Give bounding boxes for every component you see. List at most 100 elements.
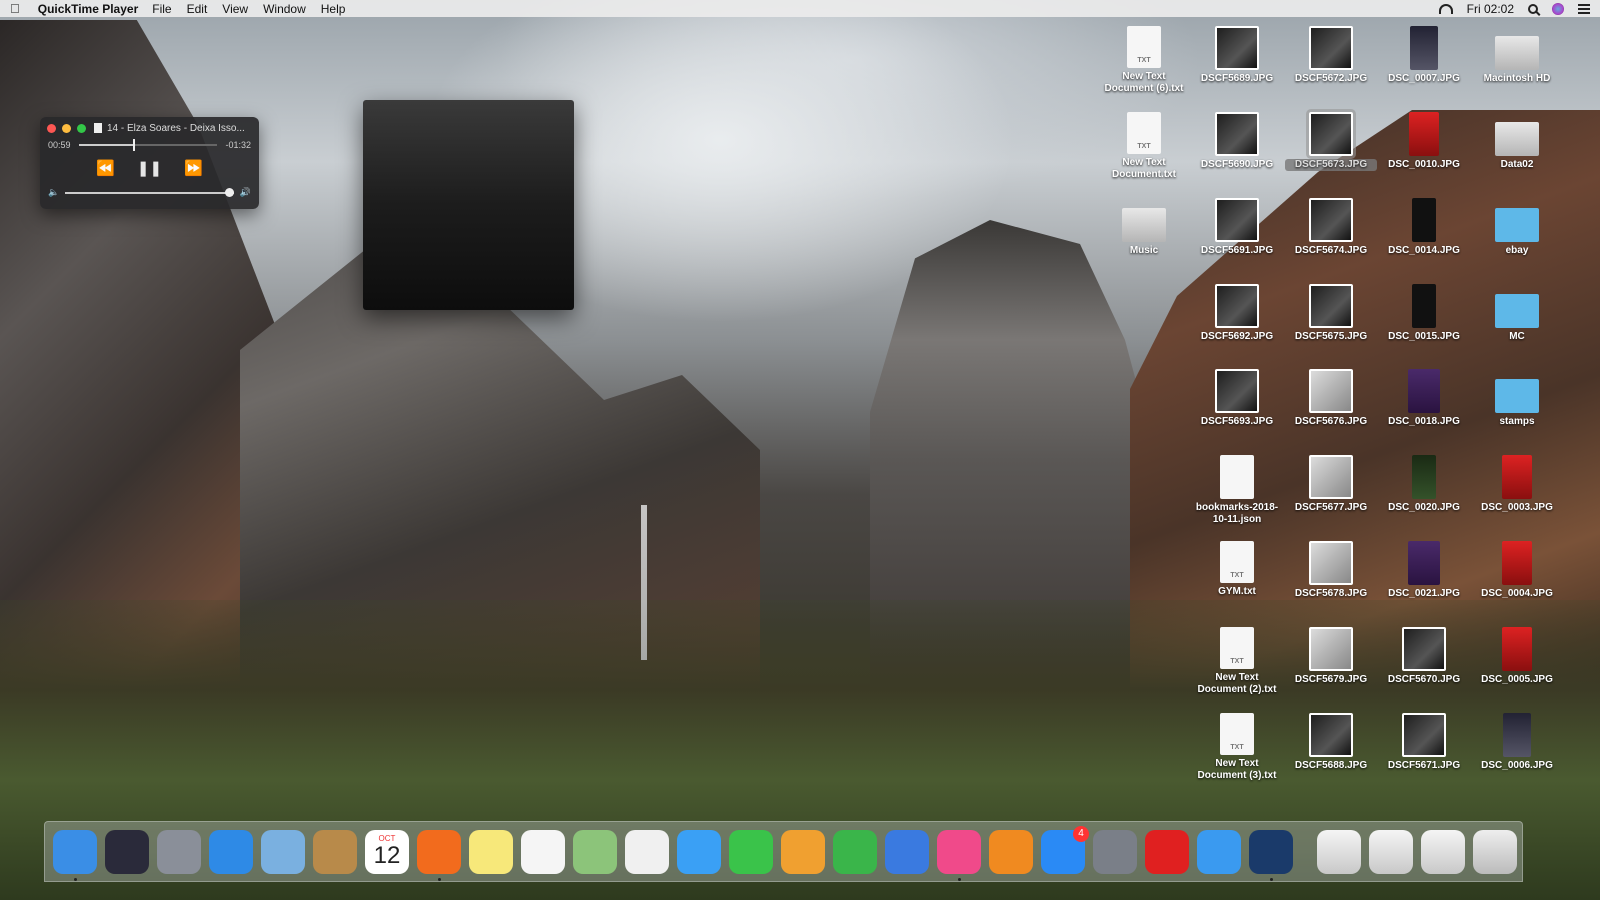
books-icon[interactable] — [989, 829, 1033, 874]
menu-file[interactable]: File — [152, 2, 171, 16]
trash-icon[interactable] — [1473, 829, 1517, 874]
menu-edit[interactable]: Edit — [187, 2, 208, 16]
desktop-icon[interactable]: DSC_0015.JPG — [1378, 284, 1470, 343]
safari-icon[interactable] — [209, 829, 253, 874]
desktop-icon[interactable]: New Text Document (2).txt — [1191, 627, 1283, 696]
desktop-icon[interactable]: stamps — [1471, 369, 1563, 428]
desktop-icon[interactable]: DSC_0004.JPG — [1471, 541, 1563, 600]
desktop-icon[interactable]: bookmarks-2018-10-11.json — [1191, 455, 1283, 526]
desktop-icon[interactable]: DSCF5693.JPG — [1191, 369, 1283, 428]
pages-icon[interactable] — [781, 829, 825, 874]
mail-icon[interactable] — [261, 829, 305, 874]
desktop-icon[interactable]: DSC_0020.JPG — [1378, 455, 1470, 514]
reminders-icon[interactable] — [521, 829, 565, 874]
app-name-menu[interactable]: QuickTime Player — [38, 2, 139, 16]
desktop-icon[interactable]: DSCF5673.JPG — [1285, 109, 1377, 171]
calendar-icon[interactable]: OCT 12 — [365, 829, 409, 874]
maps-icon[interactable] — [573, 829, 617, 874]
desktop-icon[interactable]: Music — [1098, 198, 1190, 257]
app-store-icon[interactable]: 4 — [1041, 825, 1089, 874]
document-proxy-icon[interactable] — [94, 123, 102, 133]
minimize-button[interactable] — [62, 123, 71, 133]
desktop-icon[interactable]: DSCF5671.JPG — [1378, 713, 1470, 772]
menu-view[interactable]: View — [222, 2, 248, 16]
file-thumbnail — [1215, 26, 1259, 70]
desktop-icon[interactable]: DSCF5691.JPG — [1191, 198, 1283, 257]
spotlight-search-icon[interactable] — [1528, 3, 1538, 14]
desktop-icon[interactable]: DSC_0006.JPG — [1471, 713, 1563, 772]
messages-icon[interactable] — [677, 829, 721, 874]
launchpad-icon[interactable] — [157, 829, 201, 874]
desktop-icon[interactable]: GYM.txt — [1191, 541, 1283, 598]
desktop-icon[interactable]: New Text Document (3).txt — [1191, 713, 1283, 782]
desktop-icon[interactable]: DSCF5688.JPG — [1285, 713, 1377, 772]
zoom-button[interactable] — [77, 123, 86, 133]
pause-icon[interactable]: ❚❚ — [137, 159, 162, 177]
desktop-icon[interactable]: Macintosh HD — [1471, 26, 1563, 85]
quicktime-video-window[interactable] — [363, 100, 574, 310]
roblox-icon[interactable] — [1145, 829, 1189, 874]
finder-icon[interactable] — [53, 829, 97, 881]
desktop-icon[interactable]: ebay — [1471, 198, 1563, 257]
file-thumbnail — [1215, 112, 1259, 156]
desktop-icon[interactable]: DSCF5692.JPG — [1191, 284, 1283, 343]
quicktime-icon[interactable] — [1249, 829, 1293, 881]
window-title: 14 - Elza Soares - Deixa Isso... — [107, 122, 245, 134]
volume-knob[interactable] — [224, 187, 234, 197]
desktop-icon[interactable]: DSC_0018.JPG — [1378, 369, 1470, 428]
desktop-icon-label: DSCF5672.JPG — [1294, 73, 1368, 84]
fast-forward-icon[interactable]: ⏩ — [184, 159, 203, 177]
desktop-icon[interactable]: DSCF5675.JPG — [1285, 284, 1377, 343]
wifi-icon[interactable] — [1438, 3, 1453, 14]
apple-menu-icon[interactable]:  — [10, 1, 20, 16]
downloads-stack-icon[interactable] — [1317, 829, 1361, 874]
desktop-icon[interactable]: MC — [1471, 284, 1563, 343]
desktop-icon[interactable]: DSCF5670.JPG — [1378, 627, 1470, 686]
desktop-icon[interactable]: DSC_0007.JPG — [1378, 26, 1470, 85]
numbers-icon[interactable] — [833, 829, 877, 874]
desktop-icon[interactable]: Data02 — [1471, 112, 1563, 171]
desktop-icon[interactable]: New Text Document (6).txt — [1098, 26, 1190, 95]
notification-center-icon[interactable] — [1578, 3, 1590, 14]
desktop-icon[interactable]: DSCF5677.JPG — [1285, 455, 1377, 514]
facetime-icon[interactable] — [729, 829, 773, 874]
menu-bar:  QuickTime Player File Edit View Window… — [0, 0, 1600, 17]
clock[interactable]: Fri 02:02 — [1467, 2, 1514, 16]
documents-stack-icon[interactable] — [1369, 829, 1413, 874]
rewind-icon[interactable]: ⏪ — [96, 159, 115, 177]
siri-icon[interactable] — [105, 829, 149, 874]
playhead[interactable] — [132, 139, 135, 151]
photos-icon[interactable] — [625, 829, 669, 874]
desktop-icon[interactable]: DSC_0021.JPG — [1378, 541, 1470, 600]
itunes-icon[interactable] — [937, 829, 981, 881]
desktop-icon[interactable]: DSC_0010.JPG — [1378, 112, 1470, 171]
file-thumbnail — [1215, 369, 1259, 413]
desktop-icon[interactable]: New Text Document.txt — [1098, 112, 1190, 181]
desktop-icon[interactable]: DSCF5689.JPG — [1191, 26, 1283, 85]
music-stack-icon[interactable] — [1421, 829, 1465, 874]
contacts-icon[interactable] — [313, 829, 357, 874]
desktop-icon[interactable]: DSCF5674.JPG — [1285, 198, 1377, 257]
quicktime-controller-window[interactable]: 14 - Elza Soares - Deixa Isso... 00:59 -… — [40, 117, 259, 209]
menu-window[interactable]: Window — [263, 2, 306, 16]
desktop-icon-label: DSCF5670.JPG — [1387, 674, 1461, 685]
desktop-icon[interactable]: DSC_0003.JPG — [1471, 455, 1563, 514]
desktop-icon[interactable]: DSC_0014.JPG — [1378, 198, 1470, 257]
close-button[interactable] — [47, 123, 56, 133]
playback-scrubber[interactable] — [78, 139, 218, 151]
menu-help[interactable]: Help — [321, 2, 346, 16]
system-preferences-icon[interactable] — [1093, 829, 1137, 874]
desktop-icon[interactable]: DSCF5672.JPG — [1285, 26, 1377, 85]
volume-slider[interactable] — [65, 187, 234, 197]
keynote-icon[interactable] — [885, 829, 929, 874]
notes-icon[interactable] — [469, 829, 513, 874]
desktop-icon[interactable]: DSC_0005.JPG — [1471, 627, 1563, 686]
quicktime-titlebar[interactable]: 14 - Elza Soares - Deixa Isso... — [40, 121, 259, 135]
desktop-icon[interactable]: DSCF5679.JPG — [1285, 627, 1377, 686]
desktop-icon[interactable]: DSCF5678.JPG — [1285, 541, 1377, 600]
siri-menubar-icon[interactable] — [1552, 2, 1564, 15]
firefox-icon[interactable] — [417, 829, 461, 881]
roblox-studio-icon[interactable] — [1197, 829, 1241, 874]
desktop-icon[interactable]: DSCF5676.JPG — [1285, 369, 1377, 428]
desktop-icon[interactable]: DSCF5690.JPG — [1191, 112, 1283, 171]
